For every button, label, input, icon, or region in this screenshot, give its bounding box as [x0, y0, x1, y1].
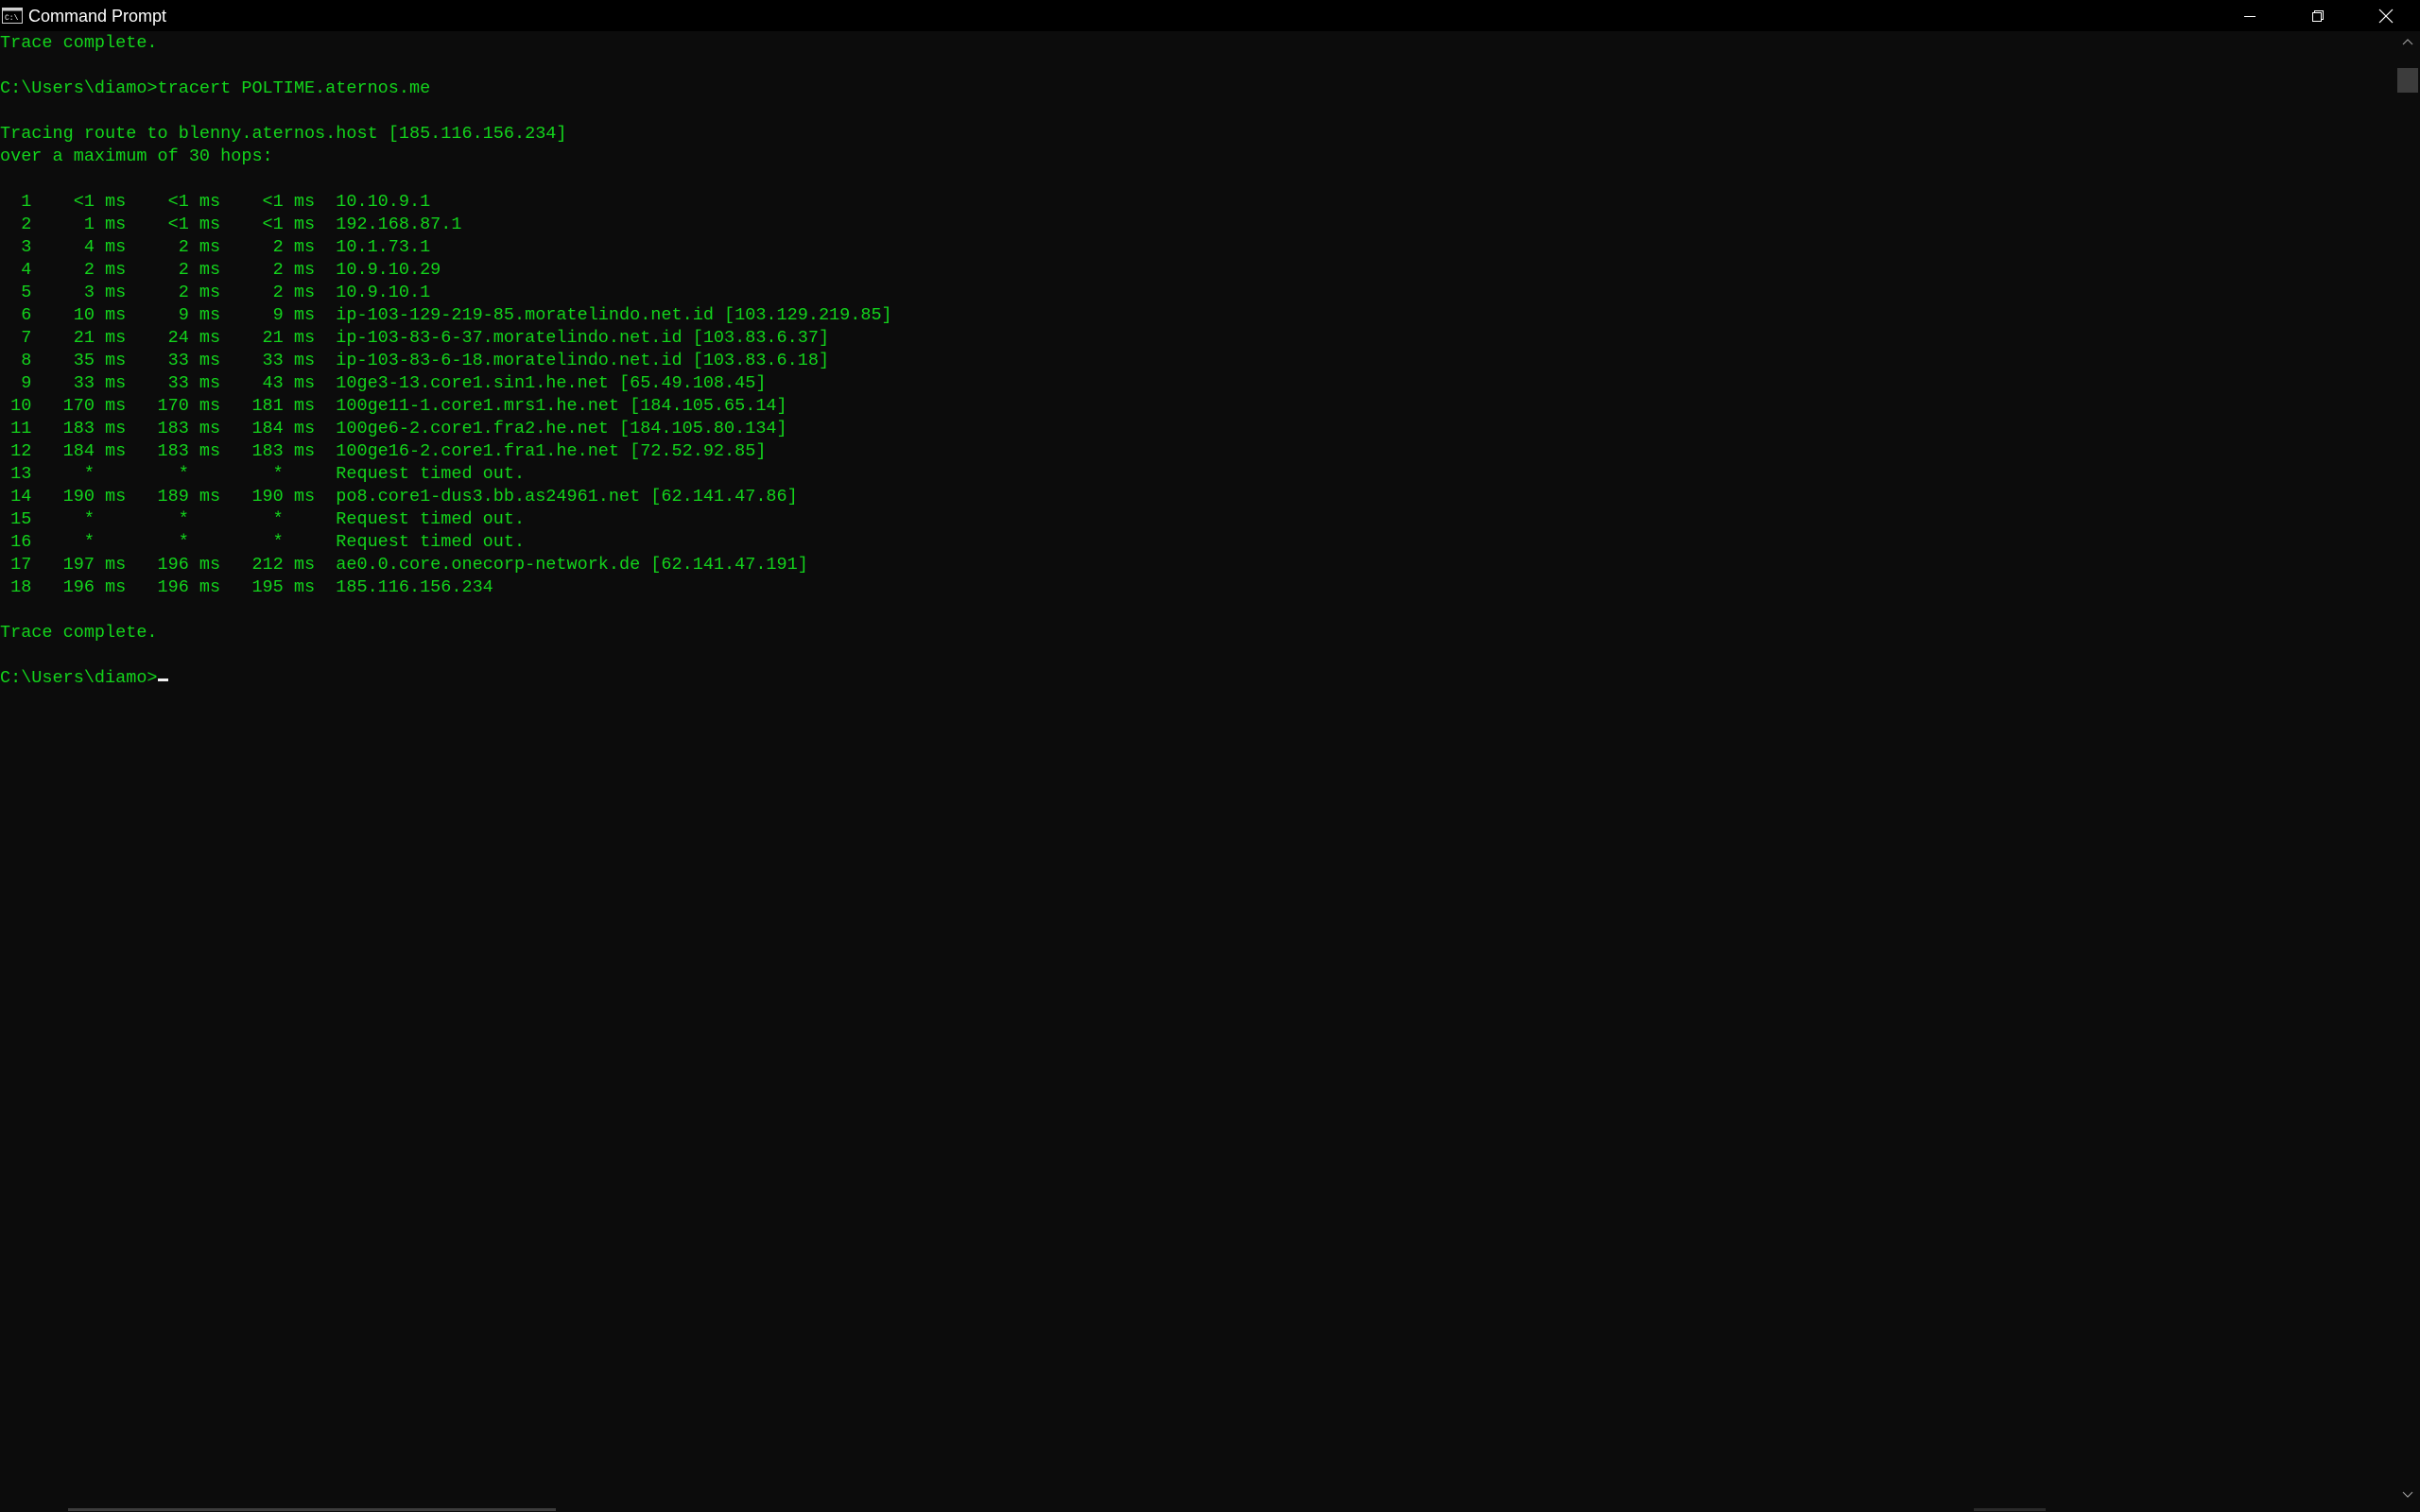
close-button[interactable] [2354, 0, 2418, 31]
console-line: 13 * * * Request timed out. [0, 464, 526, 484]
prompt-line[interactable]: C:\Users\diamo> [0, 667, 2395, 690]
minimize-icon [2244, 15, 2256, 17]
console-line: Trace complete. [0, 623, 158, 643]
console-line: 16 * * * Request timed out. [0, 532, 526, 552]
console-line: 17 197 ms 196 ms 212 ms ae0.0.core.oneco… [0, 555, 808, 575]
horizontal-scrollbar[interactable] [0, 1506, 2395, 1512]
console-line: 15 * * * Request timed out. [0, 509, 526, 529]
console-output[interactable]: Trace complete. C:\Users\diamo>tracert P… [0, 32, 2395, 1506]
close-icon [2378, 9, 2394, 23]
console-line: 7 21 ms 24 ms 21 ms ip-103-83-6-37.morat… [0, 328, 830, 348]
console-line: 8 35 ms 33 ms 33 ms ip-103-83-6-18.morat… [0, 351, 830, 370]
minimize-button[interactable] [2218, 0, 2282, 31]
console-line: Trace complete. [0, 33, 158, 53]
console-line: 5 3 ms 2 ms 2 ms 10.9.10.1 [0, 283, 431, 302]
console-line: Tracing route to blenny.aternos.host [18… [0, 124, 567, 144]
title-bar[interactable]: C:\ Command Prompt [0, 0, 2420, 31]
console-line: 2 1 ms <1 ms <1 ms 192.168.87.1 [0, 215, 462, 234]
command-prompt: C:\Users\diamo> [0, 668, 158, 688]
scroll-up-arrow-icon[interactable] [2401, 36, 2414, 49]
restore-icon [2312, 9, 2324, 22]
horizontal-scrollbar-track-mark [1974, 1508, 2046, 1511]
text-cursor [157, 679, 168, 681]
console-line: 9 33 ms 33 ms 43 ms 10ge3-13.core1.sin1.… [0, 373, 767, 393]
svg-text:C:\: C:\ [5, 14, 19, 23]
console-line: C:\Users\diamo>tracert POLTIME.aternos.m… [0, 78, 431, 98]
console-line: 12 184 ms 183 ms 183 ms 100ge16-2.core1.… [0, 441, 767, 461]
horizontal-scrollbar-thumb[interactable] [68, 1508, 556, 1511]
console-line: 11 183 ms 183 ms 184 ms 100ge6-2.core1.f… [0, 419, 787, 438]
console-line: 18 196 ms 196 ms 195 ms 185.116.156.234 [0, 577, 493, 597]
vertical-scrollbar[interactable] [2395, 32, 2420, 1506]
console-line: 10 170 ms 170 ms 181 ms 100ge11-1.core1.… [0, 396, 787, 416]
cmd-icon: C:\ [2, 8, 23, 24]
console-line: 6 10 ms 9 ms 9 ms ip-103-129-219-85.mora… [0, 305, 892, 325]
window-title: Command Prompt [28, 7, 167, 26]
scrollbar-thumb[interactable] [2397, 68, 2418, 93]
console-line: 3 4 ms 2 ms 2 ms 10.1.73.1 [0, 237, 431, 257]
console-line: 1 <1 ms <1 ms <1 ms 10.10.9.1 [0, 192, 431, 212]
console-line: 4 2 ms 2 ms 2 ms 10.9.10.29 [0, 260, 441, 280]
restore-button[interactable] [2286, 0, 2350, 31]
scroll-down-arrow-icon[interactable] [2401, 1487, 2414, 1501]
console-line: 14 190 ms 189 ms 190 ms po8.core1-dus3.b… [0, 487, 798, 507]
console-line: over a maximum of 30 hops: [0, 146, 273, 166]
